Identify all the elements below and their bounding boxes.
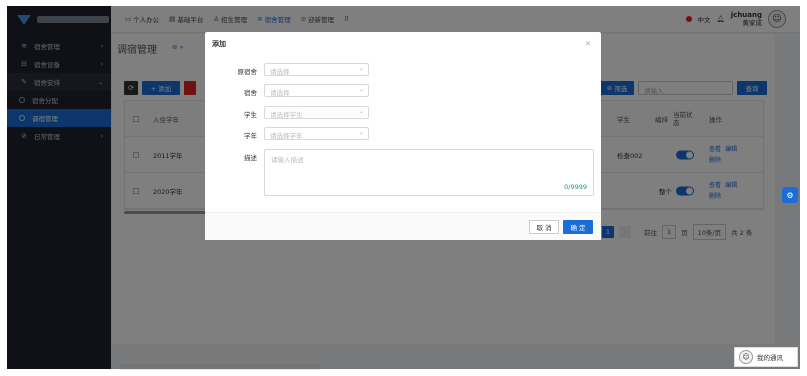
field-label: 学年 (244, 132, 257, 140)
avatar: ☺ (739, 350, 753, 364)
description-textarea[interactable]: 请输入描述 0/9999 (264, 149, 594, 196)
field-label: 学生 (244, 111, 257, 119)
char-counter: 0/9999 (564, 183, 587, 191)
messages-label: 我的通讯 (757, 354, 783, 362)
add-dialog: 添加 ✕ 原宿舍 请选择 ⌄ 宿舍 请选择 ⌄ 学生 请选择学生 ⌄ 学年 请选… (205, 32, 601, 240)
field-label: 描述 (244, 154, 257, 162)
chevron-down-icon: ⌄ (358, 129, 364, 136)
settings-fab[interactable]: ⚙ (782, 187, 798, 203)
chevron-down-icon: ⌄ (358, 86, 364, 93)
field-label: 原宿舍 (237, 68, 258, 76)
chevron-down-icon: ⌄ (358, 65, 364, 72)
original-dorm-select[interactable]: 请选择 ⌄ (264, 63, 369, 76)
close-icon[interactable]: ✕ (585, 40, 591, 48)
field-label: 宿舍 (244, 89, 257, 97)
confirm-button[interactable]: 确 定 (563, 220, 593, 234)
dialog-title: 添加 (212, 40, 226, 48)
chevron-down-icon: ⌄ (358, 108, 364, 115)
select-placeholder: 请选择学生 (270, 111, 303, 119)
select-placeholder: 请选择 (270, 68, 290, 76)
cancel-button[interactable]: 取 消 (529, 220, 559, 234)
dialog-footer: 取 消 确 定 (205, 212, 601, 240)
student-select[interactable]: 请选择学生 ⌄ (264, 106, 369, 119)
select-placeholder: 请选择学年 (270, 132, 303, 140)
select-placeholder: 请选择 (270, 89, 290, 97)
gear-icon: ⚙ (786, 190, 794, 200)
dorm-select[interactable]: 请选择 ⌄ (264, 84, 369, 97)
textarea-placeholder: 请输入描述 (271, 156, 304, 164)
messages-widget[interactable]: ☺ 我的通讯 (734, 347, 798, 367)
school-year-select[interactable]: 请选择学年 ⌄ (264, 127, 369, 140)
